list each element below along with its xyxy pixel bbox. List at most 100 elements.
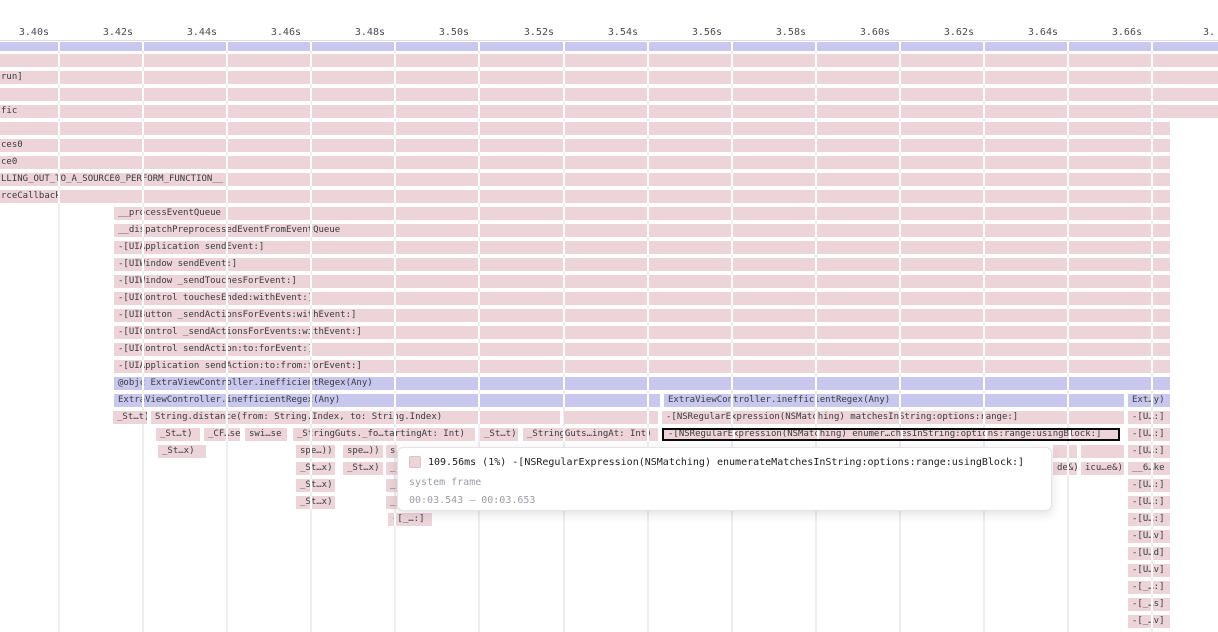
flame-frame[interactable]: ce0 [0,156,1170,169]
flame-frame[interactable]: Ext…y) [1128,394,1170,407]
flame-frame[interactable]: -[UIControl _sendActionsForEvents:withEv… [114,326,1170,339]
gridline-gap [731,173,733,186]
gridline-gap [310,326,312,339]
time-label: 3. [1203,27,1218,39]
gridline-gap [394,105,396,118]
gridline-gap [899,207,901,220]
flame-frame[interactable]: fic [0,105,1218,118]
gridline-gap [647,173,649,186]
gridline-gap [731,411,733,424]
flame-frame[interactable]: -[_…:] [388,513,432,526]
flame-frame[interactable]: _St…x) [158,445,206,458]
flame-frame[interactable]: rceCallback [0,190,1170,203]
flame-frame[interactable] [0,88,1218,101]
flame-frame[interactable]: _St…t) [113,411,147,424]
flame-frame[interactable]: ExtraViewController.inefficientRegex(Any… [114,394,660,407]
flame-frame[interactable]: _ [386,496,397,509]
timeline-ruler[interactable]: 3.40s3.42s3.44s3.46s3.48s3.50s3.52s3.54s… [0,0,1218,41]
flame-frame[interactable]: -[U…:] [1128,445,1170,458]
flame-frame[interactable]: -[_…:] [1128,581,1170,594]
gridline-gap [983,275,985,288]
gridline-gap [478,360,480,373]
gridline-gap [226,377,228,390]
flame-frame[interactable]: swi…se [245,428,287,441]
gridline-gap [983,105,985,118]
frame-label: fic [1,105,17,118]
flame-frame[interactable]: -[U…v] [1128,530,1170,543]
gridline-gap [731,156,733,169]
flame-frame[interactable]: -[U…:] [1128,479,1170,492]
flame-frame[interactable]: -[NSRegularExpression(NSMatching) matche… [662,411,1124,424]
gridline-gap [1151,581,1153,594]
flame-frame[interactable]: _St…t) [480,428,518,441]
gridline-gap [394,190,396,203]
flame-frame-selected[interactable]: -[NSRegularExpression(NSMatching) enumer… [662,428,1120,441]
flame-frame[interactable]: s [386,445,397,458]
flame-frame[interactable]: ces0 [0,139,1170,152]
flame-frame[interactable]: _ [386,462,397,475]
flame-frame[interactable]: __processEventQueue [114,207,1170,220]
gridline-gap [983,190,985,203]
flame-frame[interactable]: _St…x) [296,479,335,492]
flame-frame[interactable]: -[_…v] [1128,615,1170,628]
flame-frame[interactable] [0,54,1218,67]
gridline-gap [983,309,985,322]
flame-frame[interactable]: -[U…:] [1128,428,1170,441]
flame-frame[interactable] [1053,445,1077,458]
gridline-gap [1151,394,1153,407]
flame-frame[interactable]: LLING_OUT_TO_A_SOURCE0_PERFORM_FUNCTION_… [0,173,1170,186]
flame-frame[interactable]: -[_…s] [1128,598,1170,611]
flame-frame[interactable]: ExtraViewController.inefficientRegex(Any… [664,394,1124,407]
flame-frame[interactable]: run] [0,71,1218,84]
gridline-gap [1151,105,1153,118]
gridline-gap [563,394,565,407]
gridline-gap [983,42,985,51]
flame-frame[interactable]: -[U…:] [1128,496,1170,509]
gridline-gap [815,275,817,288]
flame-frame[interactable]: icu…e&) [1081,462,1124,475]
flame-frame[interactable]: -[UIButton _sendActionsForEvents:withEve… [114,309,1170,322]
flame-frame[interactable]: _St…x) [343,462,383,475]
time-label: 3.46s [267,27,301,39]
flame-frame[interactable]: _St…x) [296,462,335,475]
time-label: 3.40s [15,27,49,39]
frame-label: String.distance(from: String.Index, to: … [155,411,442,424]
flame-frame[interactable]: @objc ExtraViewController.inefficientReg… [114,377,1170,390]
gridline-gap [815,394,817,407]
flame-frame[interactable]: _ [386,479,397,492]
gridline-gap [1151,360,1153,373]
flame-frame[interactable] [1081,445,1124,458]
flame-frame[interactable]: String.distance(from: String.Index, to: … [151,411,560,424]
flame-frame[interactable]: -[UIApplication sendEvent:] [114,241,1170,254]
gridline-gap [983,343,985,356]
flame-frame[interactable]: spe…)) [296,445,335,458]
flame-frame[interactable]: _St…t) [156,428,200,441]
flame-frame[interactable] [564,411,658,424]
flame-frame[interactable]: -[U…v] [1128,564,1170,577]
flame-frame[interactable]: -[UIApplication sendAction:to:from:forEv… [114,360,1170,373]
frame-label: -[U…:] [1132,513,1165,526]
flame-frame[interactable]: _StringGuts…ingAt: Int) [523,428,658,441]
time-label: 3.44s [183,27,217,39]
flame-frame[interactable]: -[U…:] [1128,411,1170,424]
flame-frame[interactable]: de&) [1053,462,1077,475]
flame-frame[interactable]: __6…ke [1128,462,1170,475]
gridline-gap [731,105,733,118]
flame-frame[interactable]: -[UIControl sendAction:to:forEvent:] [114,343,1170,356]
gridline-gap [1151,224,1153,237]
flame-frame[interactable]: _St…x) [296,496,335,509]
flame-frame[interactable]: -[UIControl touchesEnded:withEvent:] [114,292,1170,305]
flame-frame[interactable]: -[U…:] [1128,513,1170,526]
gridline-gap [983,394,985,407]
flame-frame[interactable]: _StringGuts._fo…tartingAt: Int) [293,428,475,441]
flame-frame[interactable]: __dispatchPreprocessedEventFromEventQueu… [114,224,1170,237]
flame-frame[interactable]: -[UIWindow _sendTouchesForEvent:] [114,275,1170,288]
flame-frame[interactable]: -[U…d] [1128,547,1170,560]
flame-frame[interactable]: spe…)) [343,445,383,458]
flame-frame[interactable]: _CF…se [204,428,240,441]
frame-label: -[U…:] [1132,445,1165,458]
gridline-gap [58,190,60,203]
flame-frame[interactable] [0,42,1218,51]
flame-frame[interactable]: -[UIWindow sendEvent:] [114,258,1170,271]
flame-frame[interactable] [0,122,1170,135]
